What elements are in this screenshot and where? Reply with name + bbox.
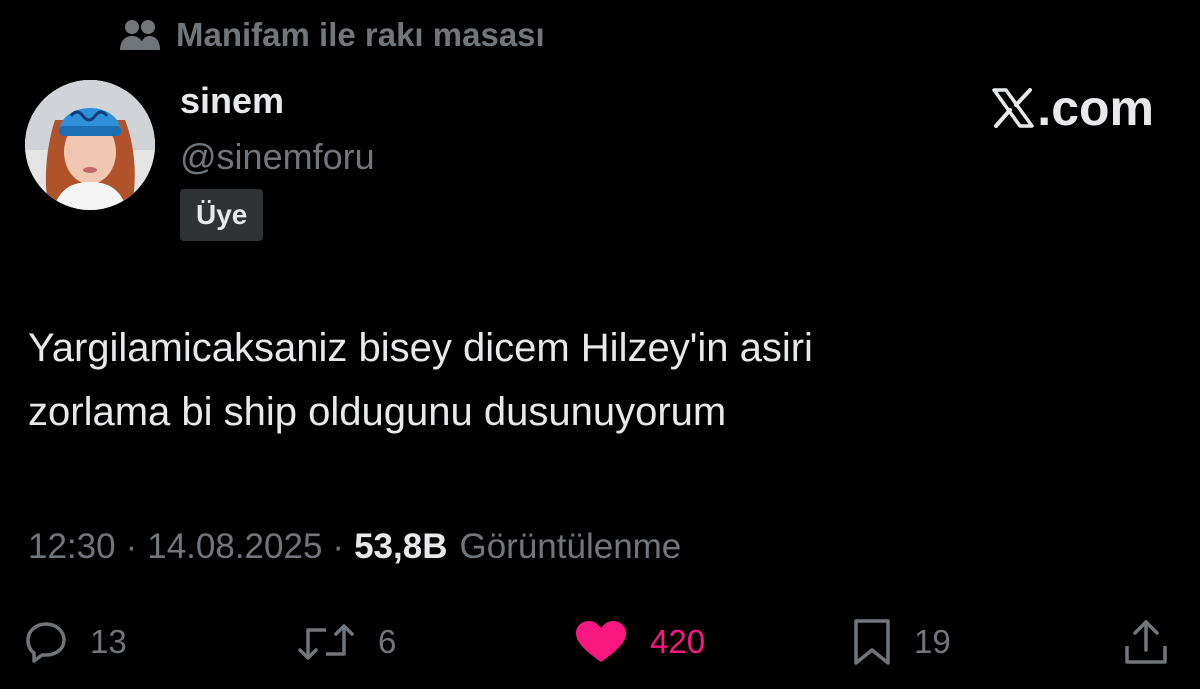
meta-separator: · xyxy=(125,527,138,566)
retweet-icon xyxy=(296,620,356,664)
author-handle[interactable]: @sinemforu xyxy=(180,134,375,180)
brand-domain: .com xyxy=(1037,80,1154,136)
share-button[interactable] xyxy=(1122,610,1170,674)
retweet-button[interactable]: 6 xyxy=(296,610,396,674)
bookmark-icon xyxy=(852,618,892,666)
views-count: 53,8B xyxy=(354,527,448,566)
action-bar: 13 6 420 19 xyxy=(0,610,1200,674)
avatar[interactable] xyxy=(25,80,155,210)
community-name: Manifam ile rakı masası xyxy=(176,16,545,53)
heart-icon xyxy=(574,620,628,664)
like-button[interactable]: 420 xyxy=(574,610,705,674)
meta-separator: · xyxy=(332,527,345,566)
tweet-text-line: zorlama bi ship oldugunu dusunuyorum xyxy=(28,390,727,434)
author-display-name[interactable]: sinem xyxy=(180,78,284,124)
x-logo-icon xyxy=(992,88,1037,128)
views-label: Görüntülenme xyxy=(459,527,682,566)
bookmark-count: 19 xyxy=(914,623,951,660)
reply-icon xyxy=(24,620,68,664)
share-icon xyxy=(1122,618,1170,666)
people-icon xyxy=(118,18,162,52)
bookmark-button[interactable]: 19 xyxy=(852,610,951,674)
reply-count: 13 xyxy=(90,623,127,660)
community-header[interactable]: Manifam ile rakı masası xyxy=(118,12,545,58)
tweet-date[interactable]: 14.08.2025 xyxy=(147,527,322,567)
reply-button[interactable]: 13 xyxy=(24,610,127,674)
retweet-count: 6 xyxy=(378,623,397,660)
tweet-time[interactable]: 12:30 xyxy=(28,527,116,567)
like-count: 420 xyxy=(650,623,706,660)
tweet-text-line: Yargilamicaksaniz bisey dicem Hilzey'in … xyxy=(28,326,813,370)
x-brand: .com xyxy=(992,80,1154,136)
tweet-text: Yargilamicaksaniz bisey dicem Hilzey'in … xyxy=(28,316,1168,444)
tweet-meta: 12:30 · 14.08.2025 · 53,8B Görüntülenme xyxy=(28,522,681,572)
member-badge: Üye xyxy=(180,189,264,241)
